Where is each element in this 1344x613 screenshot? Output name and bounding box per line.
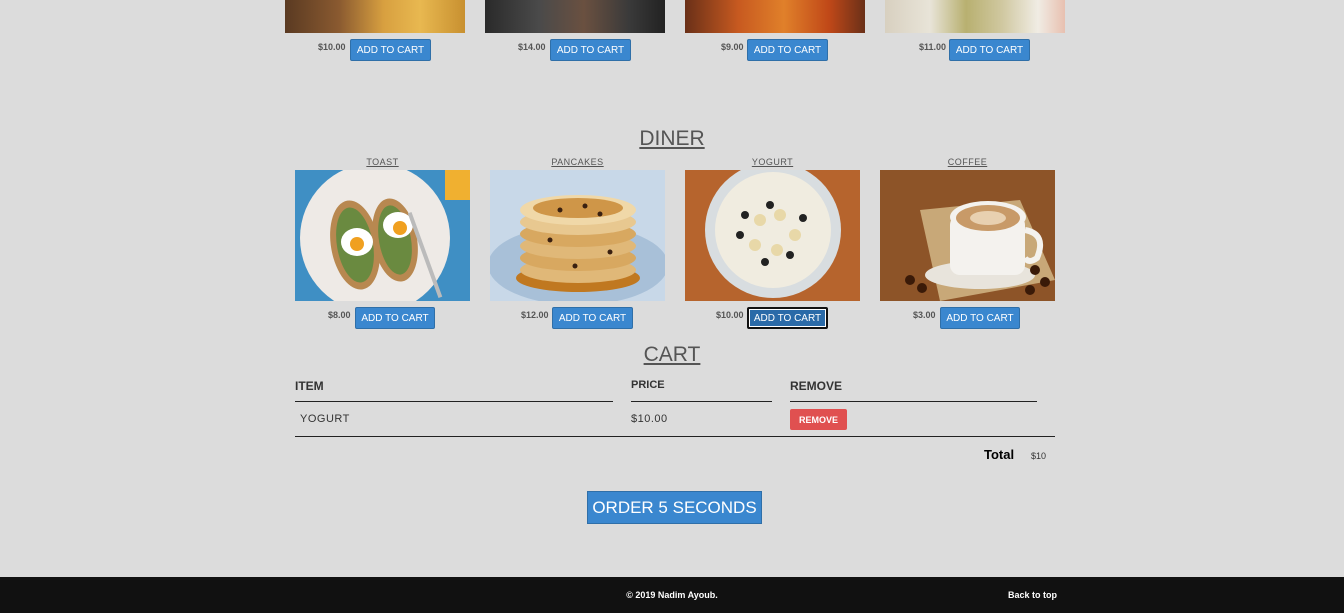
food-image-fries-burger: [285, 0, 465, 33]
cart-header-remove: REMOVE: [790, 379, 843, 393]
cart-row-divider: [295, 436, 1055, 437]
cart-total-value: $10: [1031, 451, 1047, 461]
pancakes-add-to-cart-button[interactable]: ADD TO CART: [552, 307, 633, 329]
top-item-4-add-to-cart-button[interactable]: ADD TO CART: [949, 39, 1030, 61]
cart-header-divider-price: [631, 401, 772, 402]
cart-section-title: CART: [643, 343, 701, 366]
pancakes-price: $12.00: [521, 310, 549, 320]
coffee-add-to-cart-button[interactable]: ADD TO CART: [940, 307, 1020, 329]
top-item-1-price: $10.00: [318, 42, 346, 52]
cart-header-item: ITEM: [295, 379, 324, 393]
yogurt-image: [685, 170, 860, 301]
order-button[interactable]: ORDER 5 SECONDS: [587, 491, 762, 524]
coffee-price: $3.00: [913, 310, 936, 320]
yogurt-name-link[interactable]: YOGURT: [685, 157, 860, 167]
back-to-top-link[interactable]: Back to top: [1008, 590, 1057, 600]
toast-price: $8.00: [328, 310, 351, 320]
pancakes-image: [490, 170, 665, 301]
food-image-pizza: [685, 0, 865, 33]
food-image-skillet: [485, 0, 665, 33]
top-item-1-add-to-cart-button[interactable]: ADD TO CART: [350, 39, 431, 61]
top-item-3-price: $9.00: [721, 42, 744, 52]
cart-row-remove-button[interactable]: REMOVE: [790, 409, 847, 430]
footer: © 2019 Nadim Ayoub. Back to top: [0, 577, 1344, 613]
diner-section-title: DINER: [639, 127, 705, 150]
toast-name-link[interactable]: TOAST: [295, 157, 470, 167]
cart-header-price: PRICE: [631, 379, 665, 391]
cart-total-label: Total: [984, 447, 1015, 462]
yogurt-price: $10.00: [716, 310, 744, 320]
top-item-2-price: $14.00: [518, 42, 546, 52]
cart-header-divider-remove: [790, 401, 1037, 402]
top-item-3-add-to-cart-button[interactable]: ADD TO CART: [747, 39, 828, 61]
coffee-name-link[interactable]: COFFEE: [880, 157, 1055, 167]
top-item-4-price: $11.00: [919, 42, 947, 52]
cart-header-divider-item: [295, 401, 613, 402]
cart-row-price: $10.00: [631, 413, 668, 425]
toast-add-to-cart-button[interactable]: ADD TO CART: [355, 307, 435, 329]
top-item-2-add-to-cart-button[interactable]: ADD TO CART: [550, 39, 631, 61]
cart-row-item: YOGURT: [300, 413, 350, 425]
yogurt-add-to-cart-button[interactable]: ADD TO CART: [747, 307, 828, 329]
coffee-image: [880, 170, 1055, 301]
food-image-pasta: [885, 0, 1065, 33]
pancakes-name-link[interactable]: PANCAKES: [490, 157, 665, 167]
toast-image: [295, 170, 470, 301]
footer-copyright: © 2019 Nadim Ayoub.: [626, 590, 718, 600]
